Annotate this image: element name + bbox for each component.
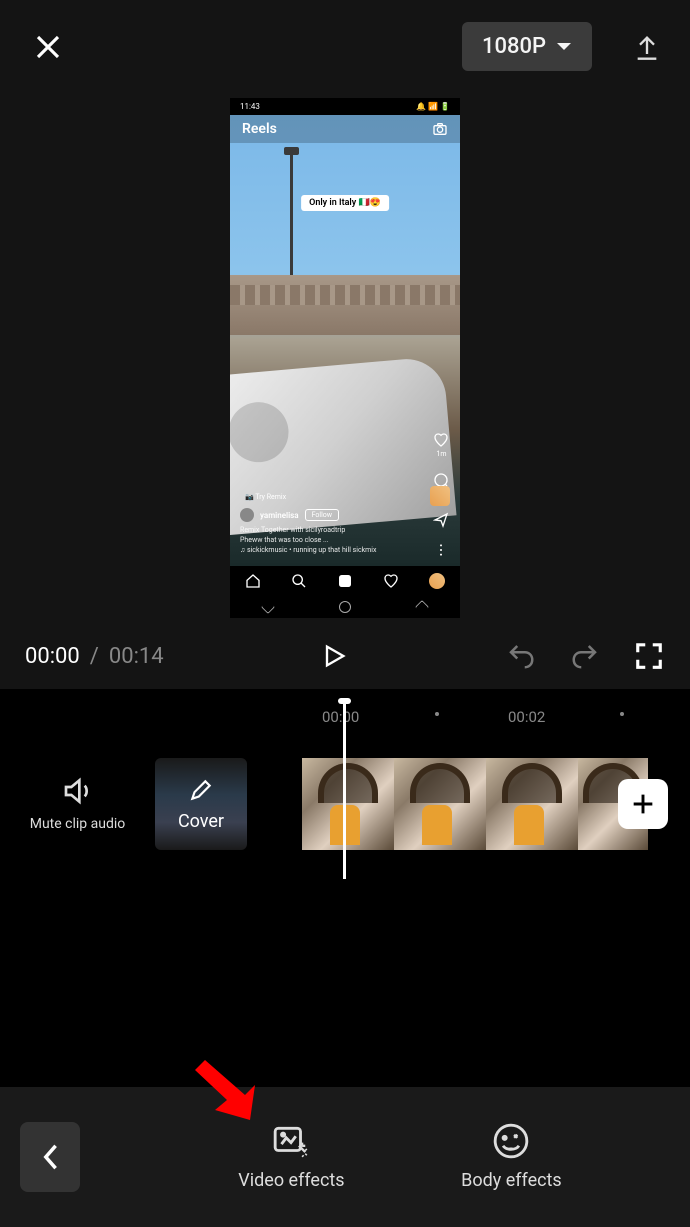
speaker-icon [62,775,94,807]
search-icon [291,573,307,589]
close-icon [33,32,63,62]
redo-button[interactable] [569,640,601,672]
add-clip-button[interactable] [618,779,668,829]
clips-track[interactable] [302,758,648,850]
video-effects-icon [272,1122,310,1160]
reels-icon [337,573,353,589]
profile-nav-icon [429,573,445,589]
bottom-toolbar: Video effects Body effects [0,1087,690,1227]
home-icon [245,573,261,589]
export-button[interactable] [632,32,662,62]
android-navbar [230,596,460,618]
close-button[interactable] [28,27,68,67]
playhead[interactable] [343,701,346,879]
redo-icon [570,641,600,671]
camera-icon [432,121,448,137]
chevron-down-icon [556,42,572,52]
time-total: 00:14 [109,644,164,669]
time-display: 00:00 / 00:14 [25,644,164,669]
chevron-left-icon [41,1143,59,1171]
clip-thumbnail[interactable] [302,758,394,850]
play-button[interactable] [316,638,352,674]
ruler-mark: 00:00 [322,708,359,726]
resolution-label: 1080P [482,34,546,59]
plus-icon [629,790,657,818]
time-current: 00:00 [25,644,80,669]
video-preview[interactable]: 11:43 🔔 📶 🔋 Only in Italy 🇮🇹😍 Reels 1m 1… [0,93,690,623]
undo-icon [506,641,536,671]
back-button[interactable] [20,1122,80,1192]
phone-status-bar: 11:43 🔔 📶 🔋 [230,98,460,115]
playback-controls: 00:00 / 00:14 [0,623,690,689]
clip-thumbnail[interactable] [486,758,578,850]
edit-icon [188,777,214,803]
heart-icon [433,432,449,448]
profile-badge [430,486,450,506]
upload-icon [633,33,661,61]
ruler-dot [620,712,624,716]
mute-clip-button[interactable]: Mute clip audio [0,775,155,833]
phone-frame: 11:43 🔔 📶 🔋 Only in Italy 🇮🇹😍 Reels 1m 1… [230,98,460,618]
body-effects-button[interactable]: Body effects [461,1122,562,1192]
ruler-mark: 00:02 [508,708,545,726]
ruler-dot [435,712,439,716]
clip-thumbnail[interactable] [394,758,486,850]
cover-button[interactable]: Cover [155,758,247,850]
fullscreen-icon [634,641,664,671]
undo-button[interactable] [505,640,537,672]
heart-nav-icon [383,573,399,589]
body-effects-icon [492,1122,530,1160]
reels-header: Reels [230,115,460,143]
play-icon [320,642,348,670]
resolution-button[interactable]: 1080P [462,22,592,71]
timeline[interactable]: 00:00 00:02 Mute clip audio Cover [0,689,690,1089]
top-bar: 1080P [0,0,690,93]
instagram-navbar [230,566,460,596]
reel-caption-badge: Only in Italy 🇮🇹😍 [301,195,389,211]
fullscreen-button[interactable] [633,640,665,672]
video-effects-button[interactable]: Video effects [238,1122,344,1192]
reel-info-overlay: 📷 Try Remix yaminelisa Follow Remix Toge… [230,481,460,566]
